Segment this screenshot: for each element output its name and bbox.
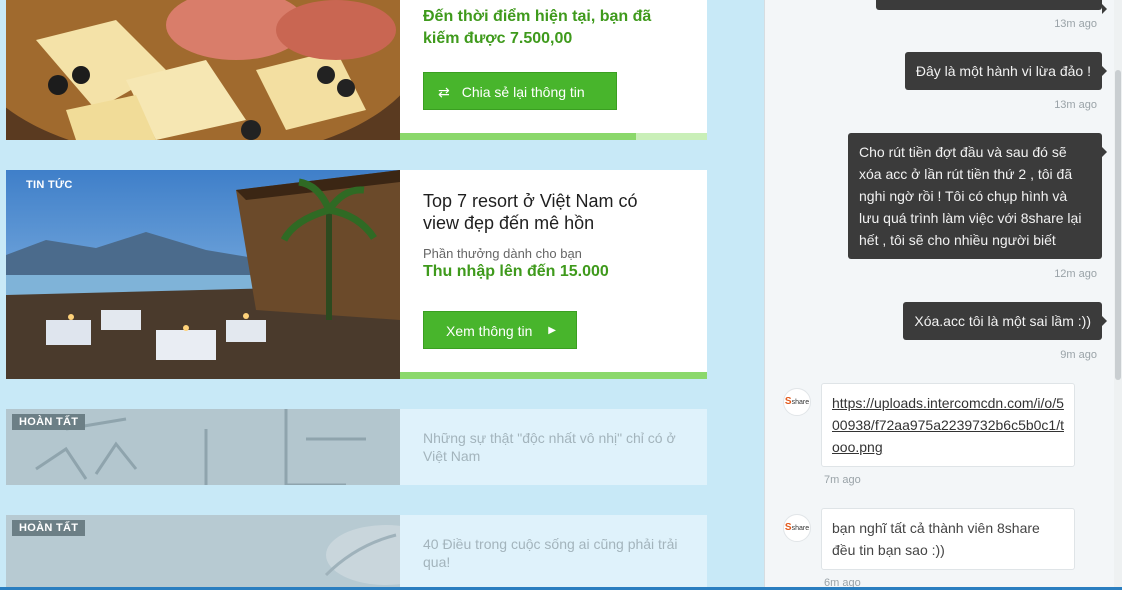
card-progress-bar: [400, 372, 707, 379]
feed-card-40-things[interactable]: HOÀN TẤT 40 Điều trong cuộc sống ai cũng…: [6, 515, 707, 590]
card-progress-bar: [400, 133, 707, 140]
feed-card-cheese[interactable]: Đến thời điểm hiện tại, bạn đã kiếm được…: [6, 0, 707, 140]
view-info-button[interactable]: Xem thông tin ▶: [423, 311, 577, 349]
article-title[interactable]: 40 Điều trong cuộc sống ai cũng phải trả…: [423, 535, 683, 571]
message-timestamp: 12m ago: [1054, 268, 1097, 280]
reward-label: Phần thưởng dành cho bạn: [423, 246, 582, 261]
chat-message-admin: bạn nghĩ tất cả thành viên 8share đều ti…: [821, 508, 1075, 570]
scrollbar-thumb[interactable]: [1115, 70, 1121, 380]
article-title[interactable]: Top 7 resort ở Việt Nam có view đẹp đến …: [423, 190, 673, 234]
chat-message-admin: https://uploads.intercomcdn.com/i/o/5009…: [821, 383, 1075, 467]
completed-badge: HOÀN TẤT: [12, 520, 86, 536]
share-again-button[interactable]: ⇄ Chia sẻ lại thông tin: [423, 72, 617, 110]
chevron-right-icon: ▶: [548, 325, 556, 336]
admin-avatar: Sshare: [783, 388, 811, 416]
card-thumbnail[interactable]: [6, 0, 400, 140]
chat-panel[interactable]: 13m ago Đây là một hành vi lừa đảo ! 13m…: [764, 0, 1122, 590]
image-link[interactable]: https://uploads.intercomcdn.com/i/o/5009…: [832, 395, 1064, 455]
chat-message-user: [876, 0, 1107, 14]
message-timestamp: 13m ago: [1054, 18, 1097, 30]
reward-value: Thu nhập lên đến 15.000: [423, 263, 609, 280]
message-timestamp: 7m ago: [824, 474, 861, 486]
progress-fill: [400, 133, 637, 140]
message-timestamp: 9m ago: [1060, 349, 1097, 361]
feed-card-vietnam-facts[interactable]: HOÀN TẤT Những sự thật "độc nhất vô nhị"…: [6, 409, 707, 485]
progress-fill: [400, 372, 707, 379]
admin-avatar: Sshare: [783, 514, 811, 542]
feed-card-resort[interactable]: TIN TỨC Top 7 resort ở Việt Nam có view …: [6, 170, 707, 379]
article-title[interactable]: Những sự thật "độc nhất vô nhị" chỉ có ở…: [423, 429, 683, 465]
news-badge: TIN TỨC: [26, 179, 73, 191]
message-timestamp: 13m ago: [1054, 99, 1097, 111]
chat-message-user: Đây là một hành vi lừa đảo !: [904, 52, 1108, 90]
card-thumbnail[interactable]: [6, 170, 400, 379]
chat-scrollbar[interactable]: [1114, 0, 1122, 590]
chat-message-user: Xóa.acc tôi là một sai lầm :)): [903, 302, 1107, 340]
completed-badge: HOÀN TẤT: [12, 414, 86, 430]
earned-amount-text: Đến thời điểm hiện tại, bạn đã kiếm được…: [423, 8, 652, 47]
refresh-icon: ⇄: [438, 84, 450, 100]
chat-message-user: Cho rút tiền đợt đầu và sau đó sẽ xóa ac…: [848, 133, 1107, 259]
